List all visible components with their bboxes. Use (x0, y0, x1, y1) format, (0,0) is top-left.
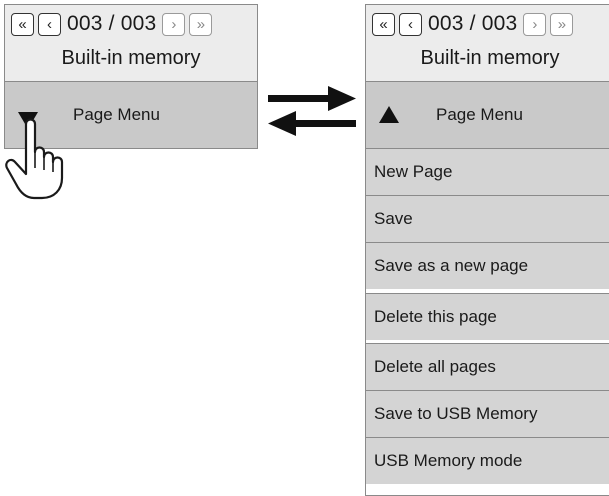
next-page-button[interactable]: › (162, 12, 186, 36)
bidirectional-arrows-icon (268, 86, 356, 136)
double-chevron-right-icon: » (557, 15, 567, 33)
memory-label: Built-in memory (61, 47, 201, 69)
first-page-button[interactable]: « (372, 12, 395, 36)
panel-header: « ‹ 003 / 003 › » Built-in memory (366, 5, 609, 82)
double-chevron-left-icon: « (18, 15, 27, 33)
chevron-right-icon: › (171, 15, 177, 33)
memory-label: Built-in memory (420, 47, 560, 69)
menu-item-save-to-usb[interactable]: Save to USB Memory (366, 390, 609, 437)
menu-item-delete-all-pages[interactable]: Delete all pages (366, 343, 609, 390)
chevron-left-icon: ‹ (47, 15, 52, 33)
triangle-up-icon (379, 106, 399, 123)
menu-item-usb-memory-mode[interactable]: USB Memory mode (366, 437, 609, 484)
first-page-button[interactable]: « (11, 12, 34, 36)
hand-pointer-icon (5, 118, 64, 200)
pager: « ‹ 003 / 003 › » (11, 12, 216, 36)
panel-header: « ‹ 003 / 003 › » Built-in memory (5, 5, 257, 82)
next-page-button[interactable]: › (523, 12, 547, 36)
page-menu-title: Page Menu (436, 105, 523, 124)
pager: « ‹ 003 / 003 › » (372, 12, 577, 36)
panel-expanded: « ‹ 003 / 003 › » Built-in memory Page M… (365, 4, 609, 496)
page-count: 003 / 003 (428, 12, 518, 35)
menu-item-new-page[interactable]: New Page (366, 148, 609, 195)
menu-item-delete-this-page[interactable]: Delete this page (366, 293, 609, 340)
chevron-left-icon: ‹ (408, 15, 413, 33)
double-chevron-right-icon: » (196, 15, 206, 33)
page-menu-title: Page Menu (73, 105, 160, 124)
page-count: 003 / 003 (67, 12, 157, 35)
prev-page-button[interactable]: ‹ (399, 12, 422, 36)
page-menu-toggle[interactable]: Page Menu (366, 82, 609, 148)
prev-page-button[interactable]: ‹ (38, 12, 61, 36)
menu-item-save-as-new-page[interactable]: Save as a new page (366, 242, 609, 289)
last-page-button[interactable]: » (550, 12, 574, 36)
last-page-button[interactable]: » (189, 12, 213, 36)
chevron-right-icon: › (532, 15, 538, 33)
menu-item-save[interactable]: Save (366, 195, 609, 242)
double-chevron-left-icon: « (379, 15, 388, 33)
